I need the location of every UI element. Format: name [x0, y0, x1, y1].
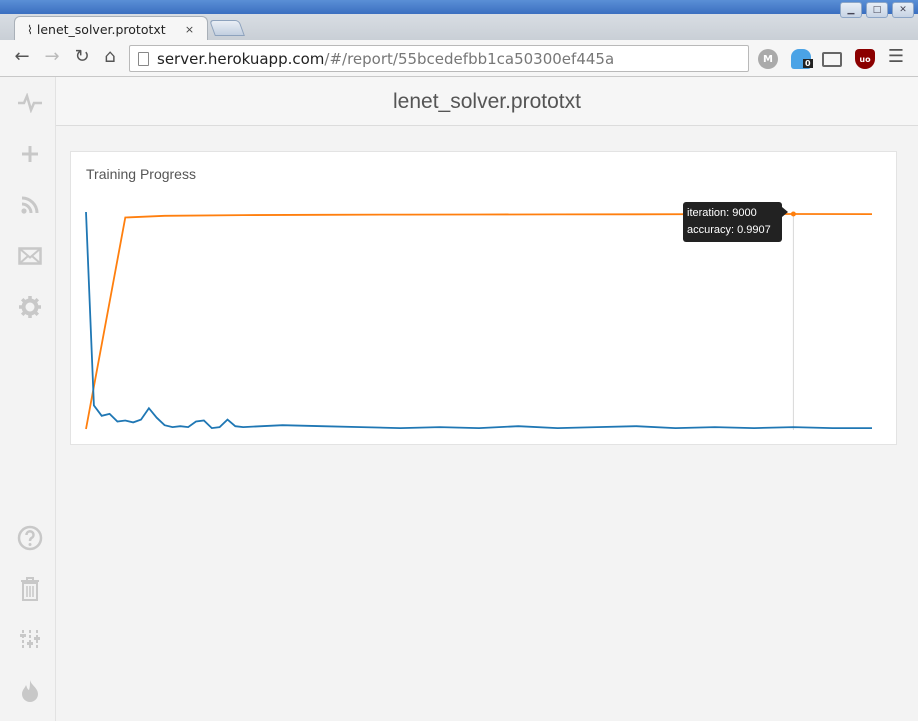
- loss-line[interactable]: [85, 211, 872, 430]
- tooltip-accuracy: accuracy: 0.9907: [687, 224, 771, 236]
- accuracy-line[interactable]: [85, 213, 873, 430]
- tooltip-pointer: [782, 207, 788, 217]
- hovered-data-point[interactable]: [790, 211, 796, 217]
- chart-tooltip: iteration: 9000 accuracy: 0.9907: [683, 202, 782, 242]
- tooltip-iteration: iteration: 9000: [687, 207, 757, 219]
- training-progress-chart[interactable]: [0, 0, 918, 721]
